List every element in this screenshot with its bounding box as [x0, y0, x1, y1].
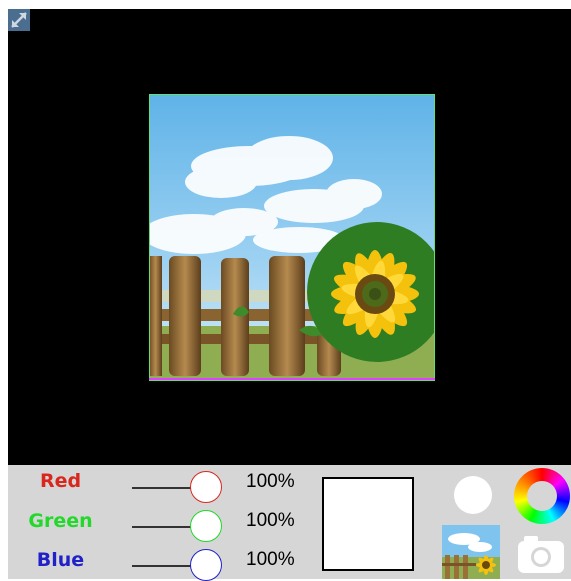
blue-label: Blue — [36, 549, 85, 571]
color-controls-panel: Red 100% Green 100% Blue 100% — [8, 465, 571, 581]
image-thumbnail[interactable] — [442, 525, 500, 579]
white-circle-button[interactable] — [454, 476, 492, 514]
green-percent: 100% — [246, 510, 295, 531]
sunflower-fence-photo — [142, 93, 447, 382]
color-wheel-icon[interactable] — [514, 468, 570, 524]
red-slider-knob[interactable] — [190, 471, 222, 503]
red-label: Red — [39, 470, 82, 492]
blue-percent: 100% — [246, 549, 295, 570]
red-percent: 100% — [246, 471, 295, 492]
displayed-image — [142, 93, 447, 382]
expand-arrows-icon — [11, 12, 27, 28]
blue-slider-knob[interactable] — [190, 549, 222, 581]
green-slider-knob[interactable] — [190, 510, 222, 542]
camera-icon — [518, 536, 564, 573]
image-color-app: Red 100% Green 100% Blue 100% — [0, 0, 571, 581]
sunflower-thumbnail-image — [442, 525, 500, 579]
color-preview-swatch — [322, 477, 414, 571]
green-label: Green — [28, 510, 93, 532]
expand-button[interactable] — [8, 9, 30, 31]
color-wheel-center — [527, 481, 557, 511]
camera-button[interactable] — [516, 533, 566, 575]
